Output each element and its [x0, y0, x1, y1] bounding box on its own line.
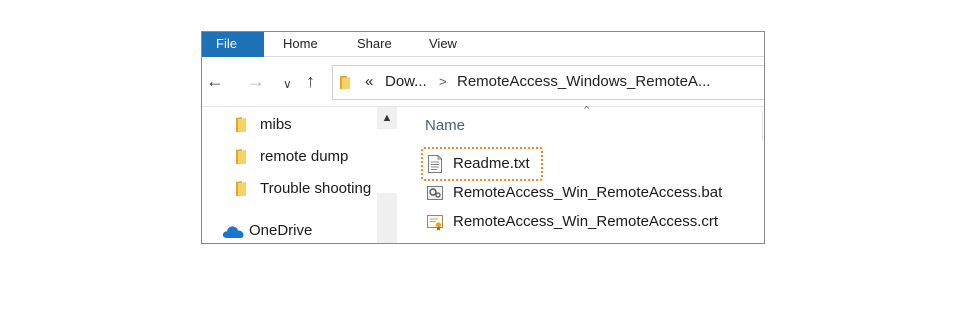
- file-name: RemoteAccess_Win_RemoteAccess.crt: [453, 213, 719, 230]
- tab-home[interactable]: Home: [283, 32, 318, 57]
- sidebar-item-label: Trouble shooting: [260, 180, 372, 197]
- folder-icon: [236, 149, 246, 164]
- recent-locations-chevron-icon[interactable]: ∨: [283, 74, 292, 94]
- tab-view[interactable]: View: [429, 32, 457, 57]
- file-name: Readme.txt: [453, 155, 530, 172]
- address-bar[interactable]: « Dow... > RemoteAccess_Windows_RemoteA.…: [332, 65, 764, 100]
- back-arrow-icon[interactable]: ←: [206, 71, 224, 91]
- sidebar-scrollbar-thumb[interactable]: [377, 129, 397, 193]
- navigation-pane-list: mibs remote dump Trouble shooting OneDri…: [202, 107, 377, 243]
- navigation-pane: mibs remote dump Trouble shooting OneDri…: [202, 107, 397, 243]
- tab-share[interactable]: Share: [357, 32, 392, 57]
- sidebar-item-label: mibs: [260, 116, 292, 133]
- folder-icon: [340, 76, 350, 89]
- file-list-pane: ⌃ Name Readme.txt RemoteAccess_Win_Remot…: [397, 105, 764, 243]
- column-divider[interactable]: [762, 111, 763, 141]
- breadcrumb-separator-icon[interactable]: >: [439, 72, 447, 92]
- column-header-name[interactable]: Name: [425, 117, 465, 134]
- sidebar-item-label: remote dump: [260, 148, 349, 165]
- folder-icon: [236, 181, 246, 196]
- batch-file-icon: [427, 186, 443, 200]
- ribbon-tabs: File Home Share View: [202, 32, 764, 57]
- breadcrumb-segment-downloads[interactable]: Dow...: [385, 72, 427, 92]
- breadcrumb-segment-current[interactable]: RemoteAccess_Windows_RemoteA...: [457, 72, 710, 92]
- onedrive-cloud-icon: [222, 226, 244, 238]
- text-file-icon: [428, 155, 442, 173]
- path-overflow-chevron[interactable]: «: [365, 72, 373, 92]
- sidebar-item-label: OneDrive: [249, 222, 313, 239]
- scroll-up-arrow-icon[interactable]: ▲: [377, 107, 397, 129]
- certificate-file-icon: [427, 215, 443, 231]
- sort-ascending-icon: ⌃: [582, 105, 592, 117]
- folder-icon: [236, 117, 246, 132]
- forward-arrow-icon[interactable]: →: [247, 71, 265, 91]
- file-name: RemoteAccess_Win_RemoteAccess.bat: [453, 184, 723, 201]
- navigation-bar: ← → ∨ ↑ « Dow... > RemoteAccess_Windows_…: [202, 57, 764, 106]
- up-arrow-icon[interactable]: ↑: [306, 71, 315, 91]
- tab-file[interactable]: File: [202, 32, 264, 57]
- file-explorer-window: File Home Share View ← → ∨ ↑ « Dow... > …: [201, 31, 765, 244]
